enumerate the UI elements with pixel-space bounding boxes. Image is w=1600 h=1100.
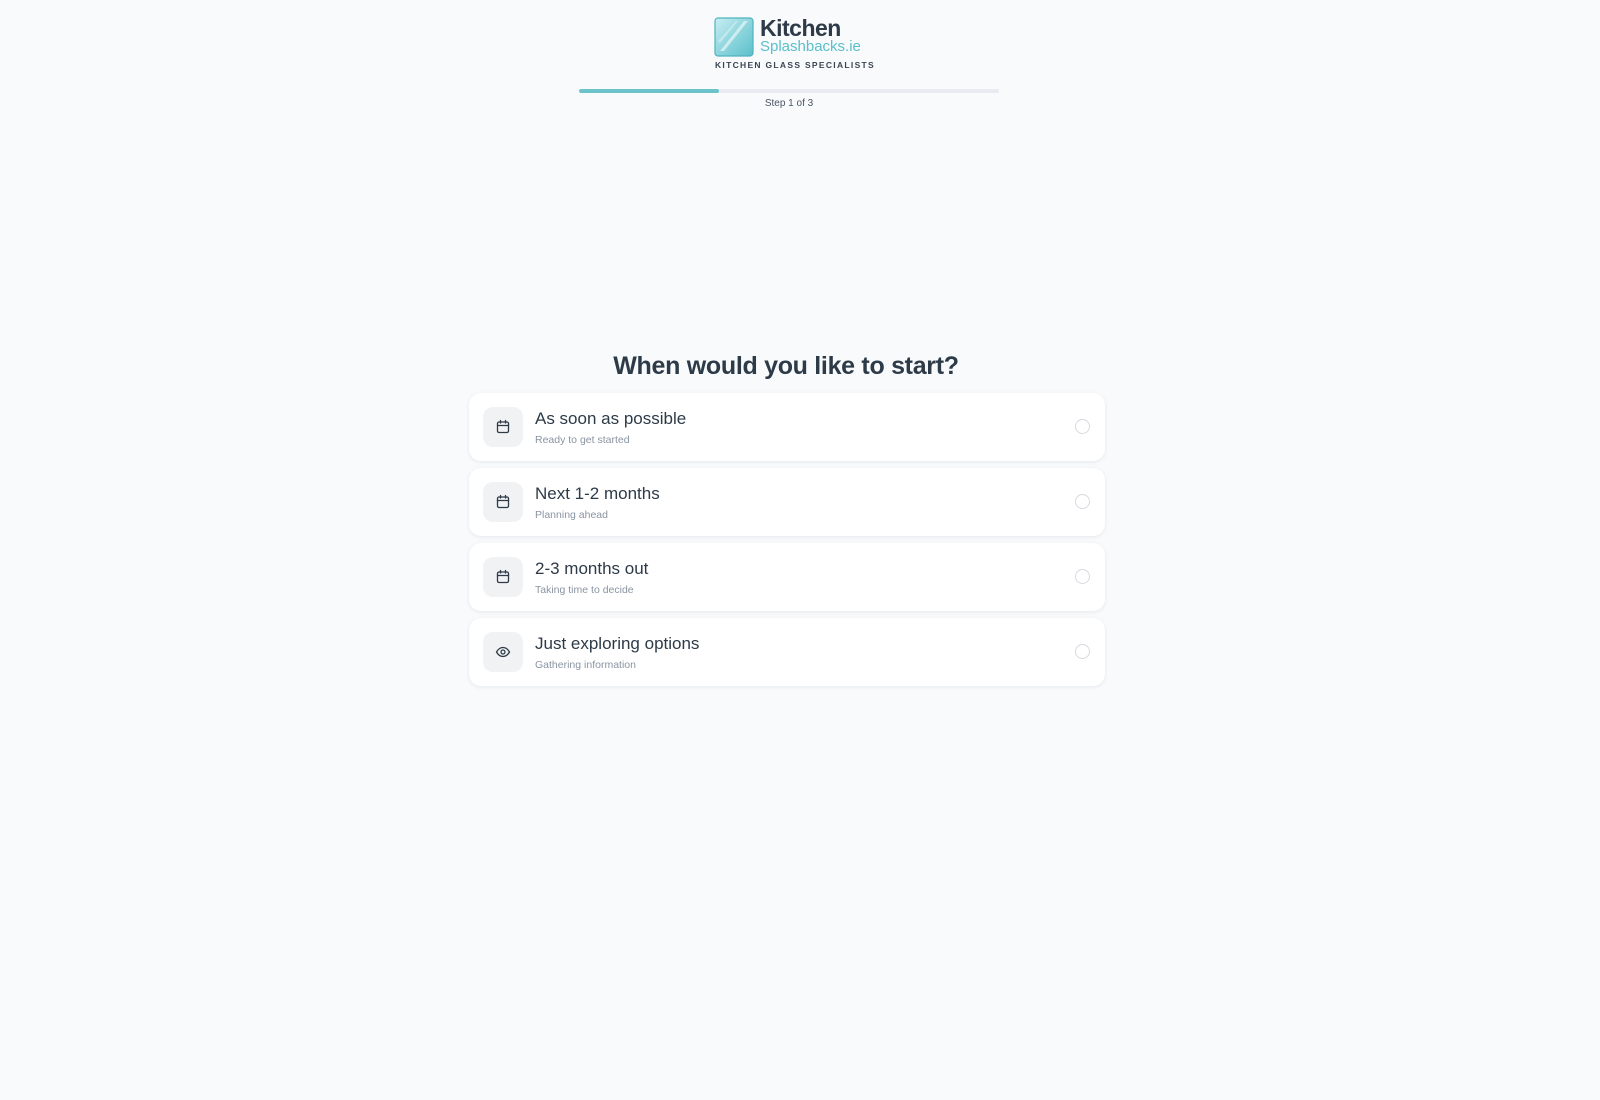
brand-name-line2: Splashbacks.ie [760,38,861,55]
progress-bar-fill [579,89,719,93]
option-subtitle: Gathering information [535,659,636,671]
brand-tagline: KITCHEN GLASS SPECIALISTS [714,60,875,70]
option-title: As soon as possible [535,409,687,428]
option-icon-box [483,632,523,672]
eye-icon [495,646,511,658]
option-icon-box [483,407,523,447]
question-title: When would you like to start? [613,352,959,380]
option-radio[interactable] [1075,494,1090,509]
progress-bar [579,89,999,93]
option-subtitle: Taking time to decide [535,584,634,596]
option-asap[interactable]: As soon as possible Ready to get started [469,393,1105,461]
option-radio[interactable] [1075,569,1090,584]
option-icon-box [483,482,523,522]
option-radio[interactable] [1075,419,1090,434]
option-next-1-2-months[interactable]: Next 1-2 months Planning ahead [469,468,1105,536]
calendar-icon [496,494,510,509]
option-title: Just exploring options [535,634,700,653]
page: Kitchen Splashbacks.ie KITCHEN GLASS SPE… [0,0,1600,1100]
option-2-3-months[interactable]: 2-3 months out Taking time to decide [469,543,1105,611]
option-title: Next 1-2 months [535,484,660,503]
option-radio[interactable] [1075,644,1090,659]
option-title: 2-3 months out [535,559,649,578]
calendar-icon [496,419,510,434]
brand-logo[interactable]: Kitchen Splashbacks.ie KITCHEN GLASS SPE… [714,15,875,72]
options-list: As soon as possible Ready to get started… [469,393,1105,693]
glass-pane-icon [714,17,754,57]
option-just-exploring[interactable]: Just exploring options Gathering informa… [469,618,1105,686]
option-subtitle: Planning ahead [535,509,608,521]
step-indicator: Step 1 of 3 [764,98,814,109]
option-subtitle: Ready to get started [535,434,630,446]
calendar-icon [496,569,510,584]
option-icon-box [483,557,523,597]
